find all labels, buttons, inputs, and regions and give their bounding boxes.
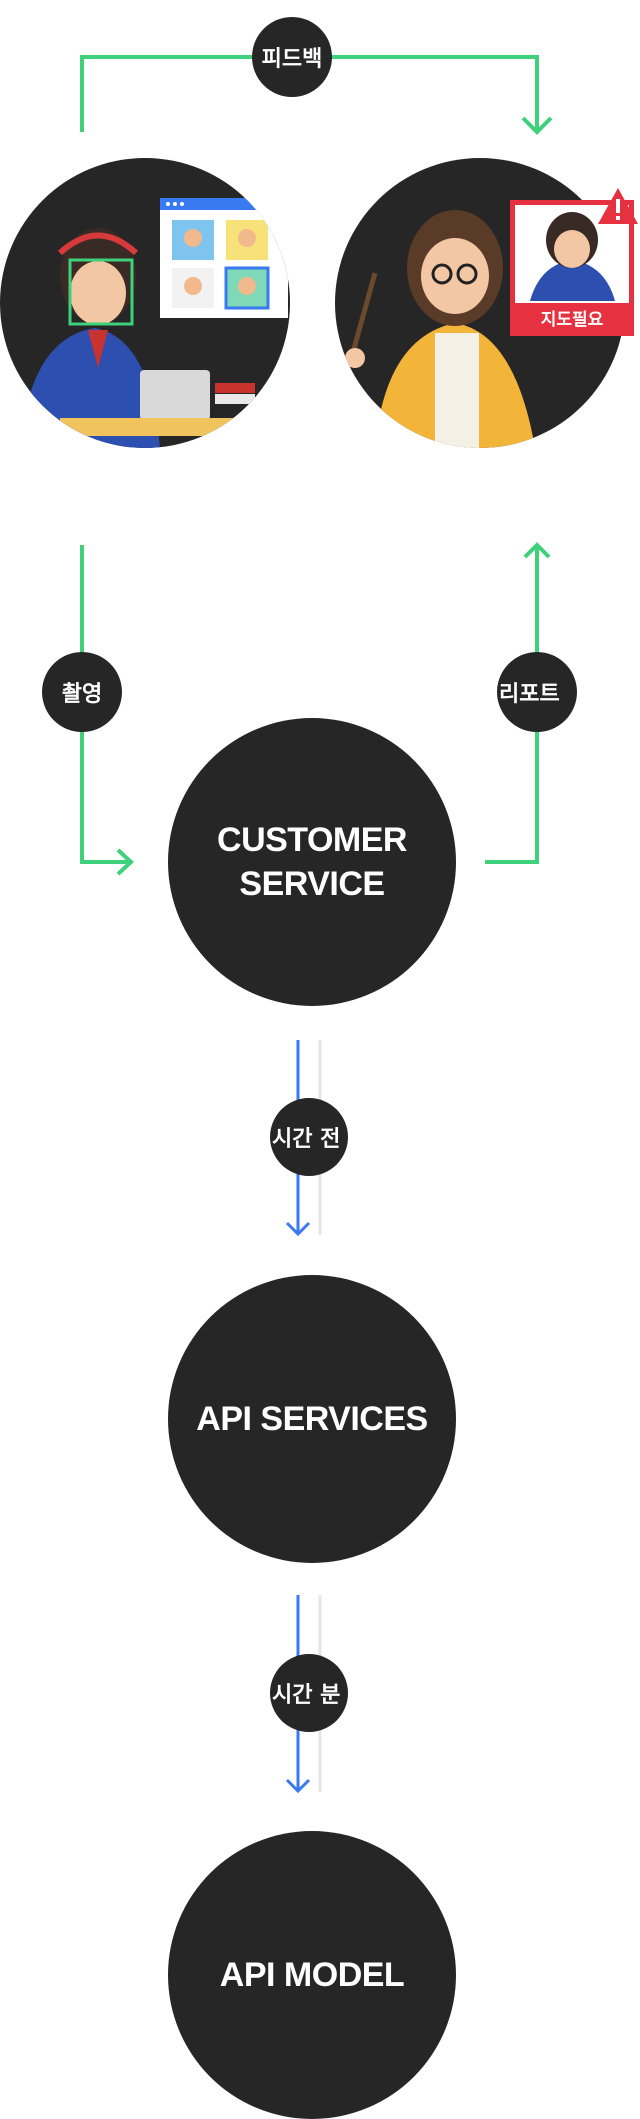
api-services-label: API SERVICES xyxy=(196,1400,428,1438)
realtime-label: 시간 전 xyxy=(270,1098,348,1176)
api-model-node: API MODEL xyxy=(168,1831,456,2119)
feedback-text: 피드백 xyxy=(261,47,323,72)
report-text: 리포트 xyxy=(499,682,560,707)
customer-service-node: CUSTOMER SERVICE xyxy=(168,718,456,1006)
warning-icon xyxy=(598,188,638,224)
student-illustration xyxy=(20,198,288,448)
analysis-text: 시간 분 xyxy=(272,1683,341,1708)
api-services-node: API SERVICES xyxy=(168,1275,456,1563)
capture-label: 촬영 xyxy=(42,652,122,732)
analysis-label: 시간 분 xyxy=(270,1654,348,1732)
feedback-label: 피드백 xyxy=(252,17,332,97)
realtime-text: 시간 전 xyxy=(272,1127,341,1152)
report-label: 리포트 xyxy=(497,652,577,732)
student-circle xyxy=(0,158,290,448)
capture-text: 촬영 xyxy=(61,682,103,707)
api-model-label: API MODEL xyxy=(219,1956,405,1994)
customer-service-label: CUSTOMER SERVICE xyxy=(217,821,407,903)
alert-badge-text: 지도필요 xyxy=(515,303,629,331)
